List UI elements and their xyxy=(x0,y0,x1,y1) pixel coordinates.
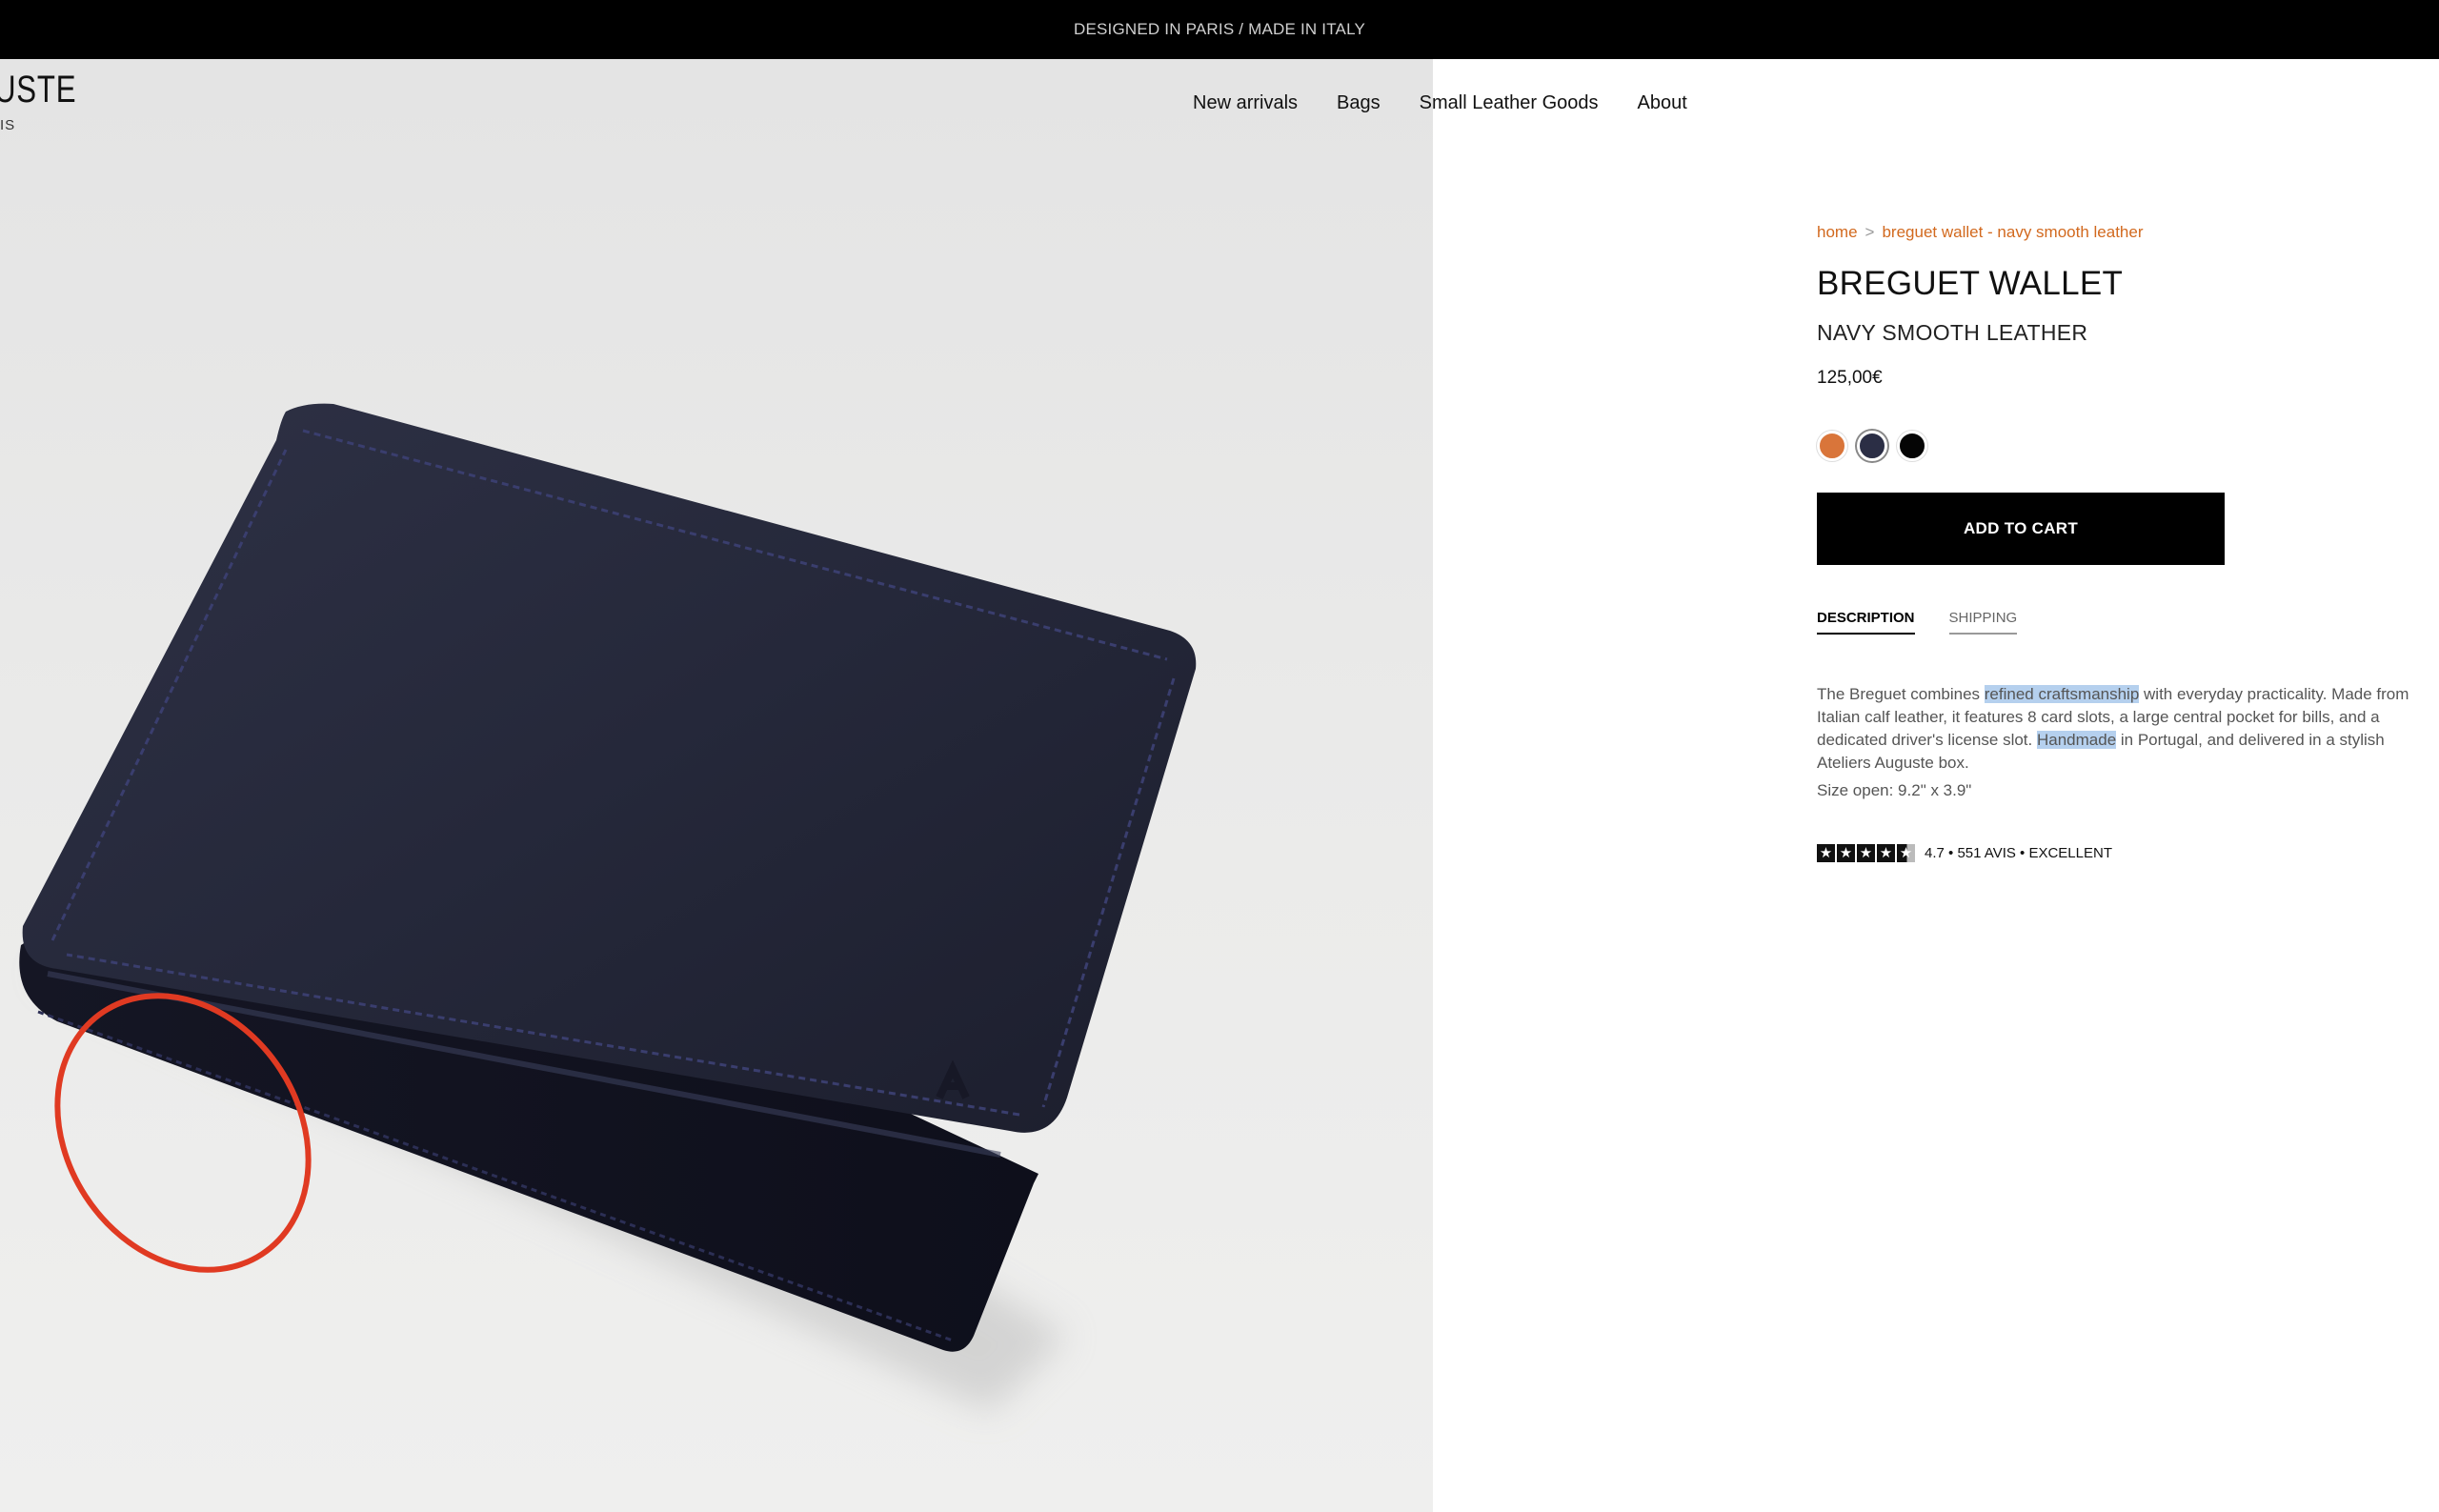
nav-small-leather-goods[interactable]: Small Leather Goods xyxy=(1420,92,1599,114)
product-size: Size open: 9.2" x 3.9" xyxy=(1817,781,1972,799)
star-icon: ★ xyxy=(1857,844,1875,862)
description-text-1: The Breguet combines xyxy=(1817,685,1985,703)
main-nav: New arrivals Bags Small Leather Goods Ab… xyxy=(1193,92,1687,114)
description-highlight-2: Handmade xyxy=(2036,731,2117,749)
announcement-text: DESIGNED IN PARIS / MADE IN ITALY xyxy=(1073,20,1366,38)
product-image[interactable] xyxy=(0,59,1433,1512)
logo[interactable]: USTE xyxy=(0,69,76,111)
breadcrumb-current[interactable]: breguet wallet - navy smooth leather xyxy=(1882,223,2143,241)
info-tabs: DESCRIPTION SHIPPING xyxy=(1817,610,2018,635)
product-description: The Breguet combines refined craftsmansh… xyxy=(1817,683,2431,775)
product-price: 125,00€ xyxy=(1817,368,1883,388)
color-swatches xyxy=(1817,431,1927,461)
description-highlight-1: refined craftsmanship xyxy=(1984,685,2140,703)
breadcrumb-home[interactable]: home xyxy=(1817,223,1858,241)
nav-bags[interactable]: Bags xyxy=(1337,92,1381,114)
wallet-image xyxy=(19,403,1197,1412)
swatch-black[interactable] xyxy=(1897,431,1927,461)
nav-new-arrivals[interactable]: New arrivals xyxy=(1193,92,1298,114)
product-subtitle: NAVY SMOOTH LEATHER xyxy=(1817,320,2088,345)
rating-text: 4.7 • 551 AVIS • EXCELLENT xyxy=(1925,845,2112,861)
star-icon: ★ xyxy=(1817,844,1835,862)
swatch-orange[interactable] xyxy=(1817,431,1847,461)
logo-subtext: IS xyxy=(0,117,16,133)
tab-shipping[interactable]: SHIPPING xyxy=(1948,610,2018,635)
rating-stars: ★ ★ ★ ★ ★ xyxy=(1817,844,1915,862)
half-star-icon: ★ xyxy=(1897,844,1915,862)
star-icon: ★ xyxy=(1837,844,1855,862)
product-title: BREGUET WALLET xyxy=(1817,265,2124,302)
tab-description[interactable]: DESCRIPTION xyxy=(1817,610,1915,635)
star-icon: ★ xyxy=(1877,844,1895,862)
breadcrumb-separator: > xyxy=(1865,223,1875,241)
add-to-cart-button[interactable]: ADD TO CART xyxy=(1817,493,2225,565)
rating-widget[interactable]: ★ ★ ★ ★ ★ 4.7 • 551 AVIS • EXCELLENT xyxy=(1817,844,2112,862)
nav-about[interactable]: About xyxy=(1638,92,1687,114)
announcement-bar: DESIGNED IN PARIS / MADE IN ITALY xyxy=(0,0,2439,59)
breadcrumb: home > breguet wallet - navy smooth leathe… xyxy=(1817,223,2144,242)
swatch-navy[interactable] xyxy=(1857,431,1887,461)
